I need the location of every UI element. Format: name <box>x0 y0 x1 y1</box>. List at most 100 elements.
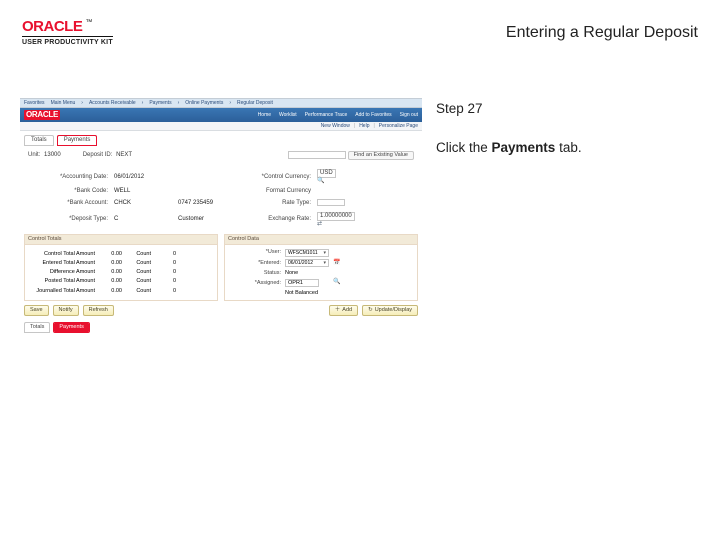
deposit-type-value: C <box>114 216 174 223</box>
ct-row-label: Difference Amount <box>29 269 95 276</box>
control-currency-input[interactable]: USD <box>317 169 336 178</box>
breadcrumb-item[interactable]: Regular Deposit <box>237 100 273 106</box>
brand-block: ORACLE ™ USER PRODUCTIVITY KIT <box>22 18 113 46</box>
refresh-icon: ↻ <box>368 307 373 314</box>
accounting-date-value: 06/01/2012 <box>114 174 174 181</box>
screenshot-pane: Favorites Main Menu › Accounts Receivabl… <box>20 98 422 337</box>
breadcrumb-item[interactable]: Accounts Receivable <box>89 100 136 106</box>
find-button[interactable]: Find an Existing Value <box>348 151 414 160</box>
entered-select[interactable]: 06/01/2012▾ <box>285 259 329 267</box>
unit-value: 13000 <box>44 152 61 158</box>
brand-tm: ™ <box>85 19 92 26</box>
bottom-tabs: Totals Payments <box>20 320 422 337</box>
user-select[interactable]: WFSCM1011▾ <box>285 249 329 257</box>
link-help[interactable]: Help <box>359 123 369 129</box>
panel-control-data: Control Data *User: WFSCM1011▾ *Entered:… <box>224 234 418 301</box>
app-link[interactable]: Home <box>258 112 271 118</box>
deposit-type-desc: Customer <box>178 216 243 223</box>
ct-row-count: 0 <box>154 278 176 285</box>
link-new-window[interactable]: New Window <box>321 123 350 129</box>
app-link[interactable]: Worklist <box>279 112 297 118</box>
refresh-button[interactable]: Refresh <box>83 305 114 316</box>
notify-button[interactable]: Notify <box>53 305 79 316</box>
unit-label: Unit: <box>28 152 42 158</box>
find-input[interactable] <box>288 151 346 159</box>
status-value: None <box>285 270 329 277</box>
app-bar: ORACLE Home Worklist Performance Trace A… <box>20 108 422 122</box>
bank-code-value: WELL <box>114 188 174 195</box>
breadcrumb-item[interactable]: Online Payments <box>185 100 223 106</box>
update-display-button[interactable]: ↻Update/Display <box>362 305 418 316</box>
exchange-rate-label: Exchange Rate: <box>247 216 313 223</box>
ct-row-amount: 0.00 <box>98 288 122 295</box>
bank-account-number: 0747 235459 <box>178 200 243 207</box>
deposit-type-label: *Deposit Type: <box>40 216 110 223</box>
brand-logo: ORACLE ™ <box>22 18 113 35</box>
app-link[interactable]: Sign out <box>400 112 418 118</box>
balance-status: Not Balanced <box>285 290 329 297</box>
breadcrumb-item[interactable]: Favorites <box>24 100 45 106</box>
rate-type-label: Rate Type: <box>247 200 313 207</box>
assigned-label: *Assigned: <box>229 280 281 287</box>
ct-row-label: Control Total Amount <box>29 251 95 258</box>
ct-row-count: 0 <box>154 269 176 276</box>
breadcrumb: Favorites Main Menu › Accounts Receivabl… <box>20 98 422 108</box>
plus-icon: ＋ <box>335 307 341 314</box>
bank-account-value: CHCK <box>114 200 174 207</box>
bottom-tab-totals[interactable]: Totals <box>24 322 50 333</box>
ct-row-label: Posted Total Amount <box>29 278 95 285</box>
search-icon[interactable]: 🔍 <box>333 279 349 286</box>
ct-row-countlabel: Count <box>125 269 151 276</box>
ct-row-amount: 0.00 <box>98 260 122 267</box>
exchange-icon[interactable]: ⇄ <box>317 221 322 227</box>
calendar-icon[interactable]: 📅 <box>333 260 349 267</box>
step-body: Click the Payments tab. <box>436 140 686 155</box>
chevron-down-icon: ▾ <box>323 260 326 266</box>
breadcrumb-item[interactable]: Main Menu <box>51 100 76 106</box>
link-personalize[interactable]: Personalize Page <box>379 123 418 129</box>
tab-payments[interactable]: Payments <box>57 135 98 146</box>
depositid-label: Deposit ID: <box>83 152 115 158</box>
form-grid: *Accounting Date: 06/01/2012 *Control Cu… <box>20 165 422 234</box>
bottom-tab-payments[interactable]: Payments <box>54 323 88 332</box>
panel-control-totals: Control Totals Control Total Amount0.00C… <box>24 234 218 301</box>
ct-row-countlabel: Count <box>125 260 151 267</box>
assigned-input[interactable]: OPR1 <box>285 279 319 288</box>
search-icon[interactable]: 🔍 <box>317 178 324 184</box>
breadcrumb-item[interactable]: Payments <box>149 100 171 106</box>
entered-label: *Entered: <box>229 260 281 267</box>
step-target: Payments <box>492 140 556 155</box>
brand-subtitle: USER PRODUCTIVITY KIT <box>22 36 113 46</box>
ct-row-countlabel: Count <box>125 278 151 285</box>
step-number: Step 27 <box>436 101 686 116</box>
ct-row-count: 0 <box>154 288 176 295</box>
accounting-date-label: *Accounting Date: <box>40 174 110 181</box>
sub-strip: New Window| Help| Personalize Page <box>20 122 422 131</box>
context-row: Unit: 13000 Deposit ID: NEXT Find an Exi… <box>20 146 422 165</box>
format-currency-label: Format Currency <box>247 188 313 195</box>
bank-code-label: *Bank Code: <box>40 188 110 195</box>
instruction-pane: Step 27 Click the Payments tab. <box>436 98 686 155</box>
chevron-down-icon: ▾ <box>323 250 326 256</box>
app-link[interactable]: Performance Trace <box>305 112 348 118</box>
ct-row-amount: 0.00 <box>98 251 122 258</box>
depositid-value: NEXT <box>116 152 132 158</box>
ct-row-countlabel: Count <box>125 251 151 258</box>
ct-row-amount: 0.00 <box>98 269 122 276</box>
ct-row-amount: 0.00 <box>98 278 122 285</box>
ct-row-count: 0 <box>154 251 176 258</box>
rate-type-input[interactable] <box>317 199 345 206</box>
tab-totals[interactable]: Totals <box>24 135 54 146</box>
panel-control-totals-header: Control Totals <box>25 235 217 245</box>
tabs-row: Totals Payments <box>20 131 422 146</box>
save-button[interactable]: Save <box>24 305 49 316</box>
user-label: *User: <box>229 249 281 256</box>
action-row: Save Notify Refresh ＋Add ↻Update/Display <box>20 301 422 320</box>
add-button[interactable]: ＋Add <box>329 305 358 316</box>
app-link[interactable]: Add to Favorites <box>355 112 391 118</box>
status-label: Status: <box>229 270 281 277</box>
ct-row-count: 0 <box>154 260 176 267</box>
brand-name: ORACLE <box>22 18 82 35</box>
exchange-rate-input[interactable]: 1.00000000 <box>317 212 355 221</box>
ct-row-countlabel: Count <box>125 288 151 295</box>
